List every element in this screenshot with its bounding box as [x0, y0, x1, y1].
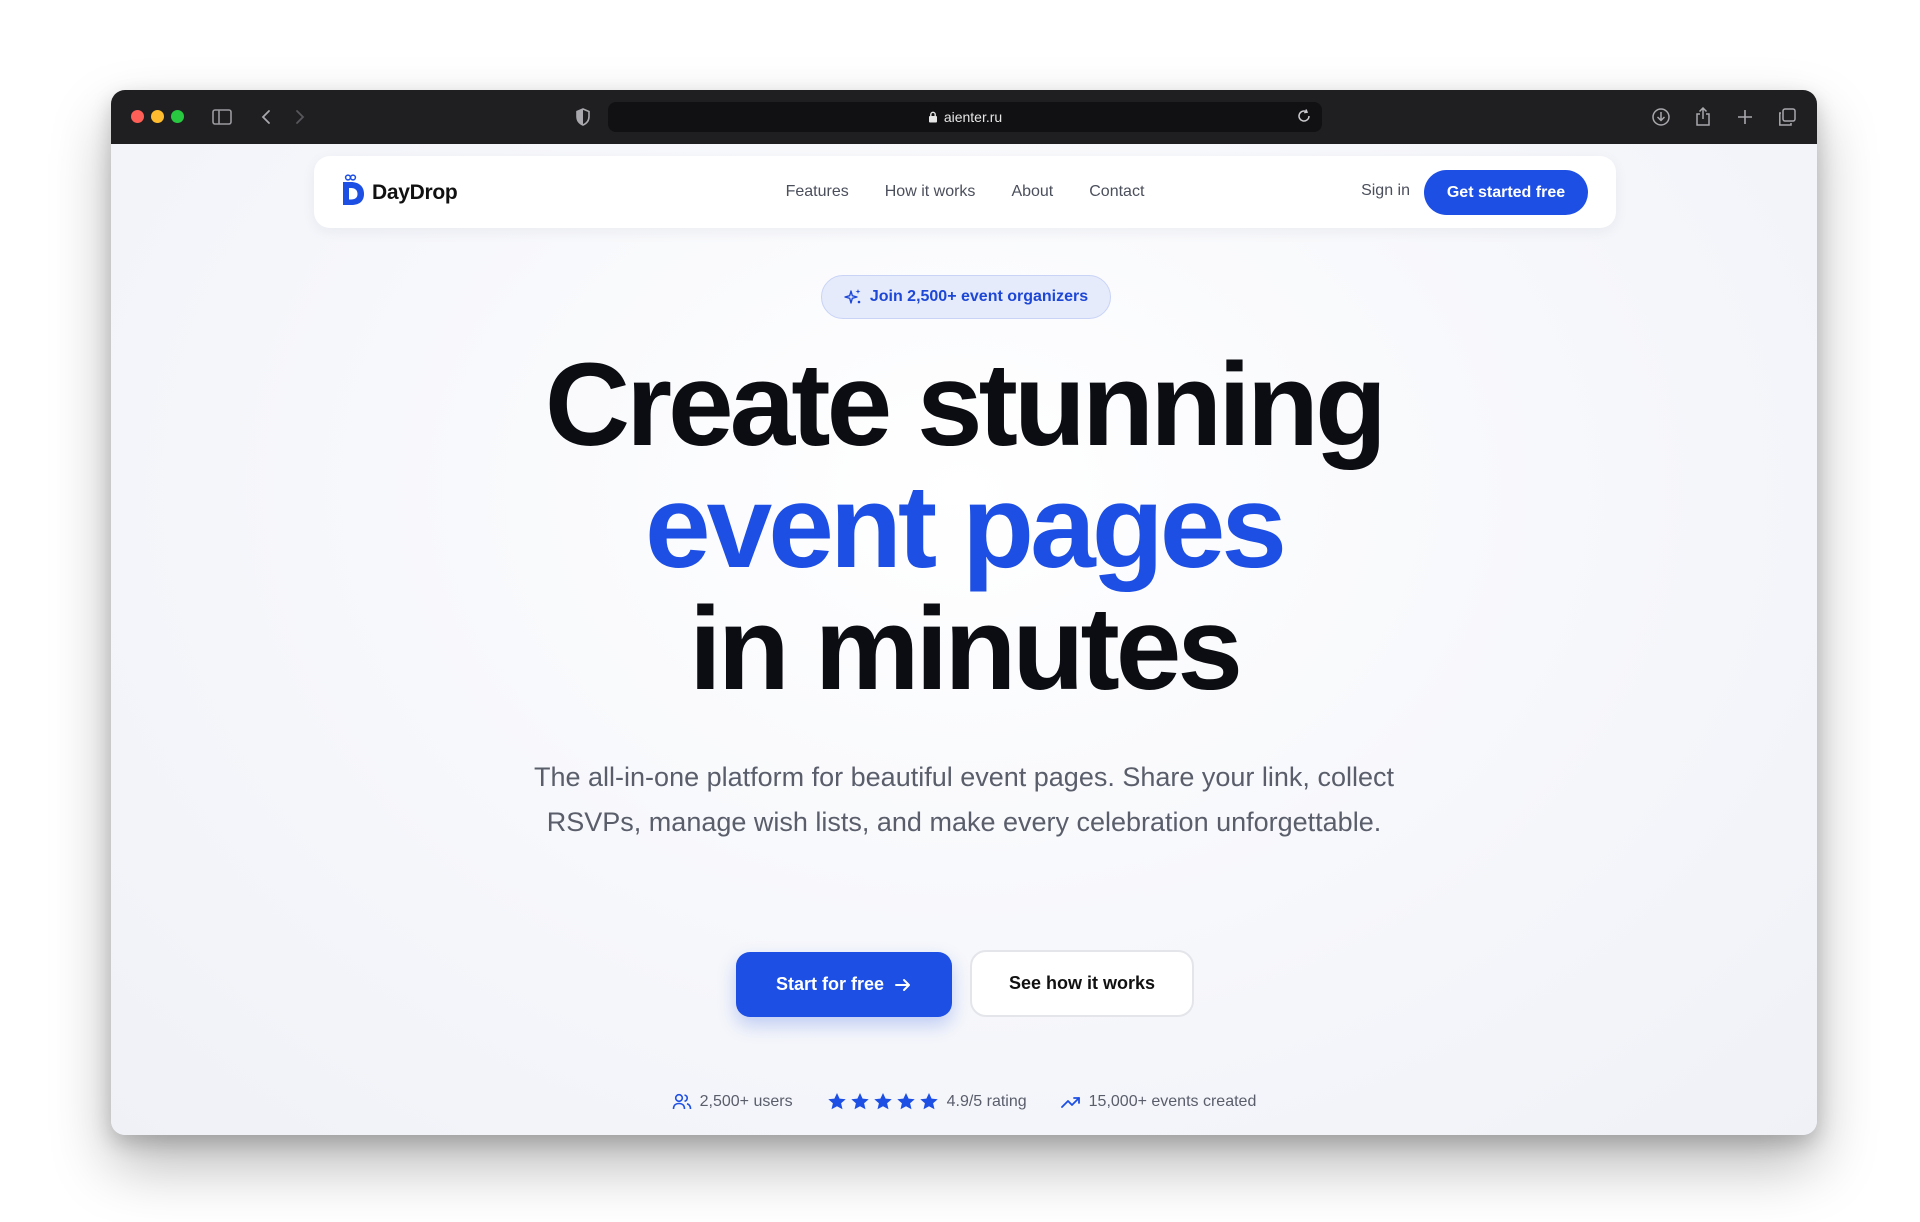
sidebar-toggle-icon[interactable]: [209, 104, 235, 130]
downloads-icon[interactable]: [1648, 104, 1674, 130]
nav-link-about[interactable]: About: [1011, 183, 1053, 201]
trending-up-icon: [1060, 1096, 1080, 1108]
users-icon: [672, 1093, 691, 1109]
stats-row: 2,500+ users 4.9/5 rating 15,000+ events…: [111, 1092, 1817, 1111]
nav-link-how-it-works[interactable]: How it works: [885, 183, 976, 201]
get-started-button[interactable]: Get started free: [1424, 170, 1588, 215]
lock-icon: [928, 111, 938, 123]
stat-events: 15,000+ events created: [1060, 1092, 1257, 1111]
nav-link-contact[interactable]: Contact: [1089, 183, 1144, 201]
organizers-badge: Join 2,500+ event organizers: [821, 275, 1111, 319]
star-icon: [827, 1093, 846, 1110]
star-icon: [896, 1093, 915, 1110]
minimize-window-button[interactable]: [151, 110, 164, 123]
badge-text: Join 2,500+ event organizers: [869, 288, 1089, 305]
tab-overview-icon[interactable]: [1774, 104, 1800, 130]
logo-text: DayDrop: [372, 180, 458, 204]
logo[interactable]: DayDrop: [340, 174, 458, 211]
see-how-it-works-button[interactable]: See how it works: [970, 950, 1194, 1017]
share-icon[interactable]: [1690, 104, 1716, 130]
star-icon: [850, 1093, 869, 1110]
zoom-window-button[interactable]: [171, 110, 184, 123]
nav-links: Features How it works About Contact: [314, 156, 1616, 228]
hero-title: Create stunning event pages in minutes: [111, 344, 1817, 710]
nav-link-features[interactable]: Features: [786, 183, 849, 201]
rating-stars: [827, 1092, 939, 1111]
hero-subtitle: The all-in-one platform for beautiful ev…: [534, 762, 1394, 837]
events-stat-text: 15,000+ events created: [1088, 1092, 1257, 1110]
sign-in-link[interactable]: Sign in: [1361, 182, 1410, 200]
browser-toolbar: aienter.ru: [111, 90, 1817, 144]
star-icon: [873, 1093, 892, 1110]
hero-title-accent: event pages: [644, 461, 1287, 593]
daydrop-logo-icon: [340, 174, 366, 211]
browser-window: aienter.ru DayDrop Features How it works…: [111, 90, 1817, 1135]
stat-users: 2,500+ users: [672, 1093, 793, 1111]
sparkles-icon: [844, 289, 861, 304]
stat-rating: 4.9/5 rating: [827, 1092, 1027, 1111]
rating-stat-text: 4.9/5 rating: [946, 1092, 1027, 1110]
site-navbar: DayDrop Features How it works About Cont…: [314, 156, 1616, 228]
new-tab-icon[interactable]: [1732, 104, 1758, 130]
star-icon: [919, 1093, 938, 1110]
users-stat-text: 2,500+ users: [699, 1092, 793, 1110]
hero-title-line-3: in minutes: [688, 583, 1243, 715]
arrow-right-icon: [895, 978, 911, 991]
start-for-free-button[interactable]: Start for free: [736, 952, 952, 1017]
reload-icon[interactable]: [1296, 108, 1312, 124]
back-icon[interactable]: [253, 104, 279, 130]
page-content: DayDrop Features How it works About Cont…: [111, 144, 1817, 1135]
forward-icon[interactable]: [287, 104, 313, 130]
address-bar[interactable]: aienter.ru: [608, 102, 1322, 132]
close-window-button[interactable]: [131, 110, 144, 123]
start-for-free-label: Start for free: [775, 974, 885, 994]
privacy-shield-icon[interactable]: [570, 104, 596, 130]
hero-title-line-1: Create stunning: [544, 339, 1387, 471]
url-text: aienter.ru: [943, 109, 1003, 125]
